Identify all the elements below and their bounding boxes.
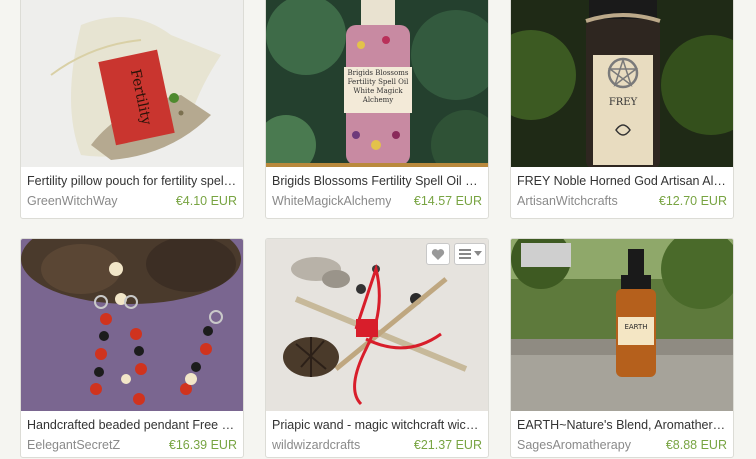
listing-card[interactable]: EARTH EARTH~Nature's Blend, Aromathera..… [510,238,734,458]
listing-price: €14.57 EUR [413,194,482,208]
listing-image[interactable] [266,239,488,411]
listing-price: €16.39 EUR [168,438,237,452]
listing-card[interactable]: Brigids Blossoms Fertility Spell Oil Whi… [265,0,489,219]
listing-price: €4.10 EUR [175,194,237,208]
listing-image[interactable]: Fertility [21,0,243,167]
heart-icon [431,248,445,260]
listing-title[interactable]: Priapic wand - magic witchcraft wicca... [272,417,482,433]
frey-label-text: FREY [609,97,638,108]
listing-card[interactable]: Priapic wand - magic witchcraft wicca...… [265,238,489,458]
listing-card[interactable]: Fertility Fertility pillow pouch for fer… [20,0,244,219]
shop-name[interactable]: GreenWitchWay [27,193,118,209]
listing-title[interactable]: Handcrafted beaded pendant Free F... [27,417,237,433]
listing-title[interactable]: FREY Noble Horned God Artisan Alc... [517,173,727,189]
favorite-button[interactable] [426,243,450,265]
caret-down-icon [473,251,482,256]
listing-price: €12.70 EUR [658,194,727,208]
listing-price: €21.37 EUR [413,438,482,452]
shop-name[interactable]: EelegantSecretZ [27,437,120,453]
shop-name[interactable]: ArtisanWitchcrafts [517,193,618,209]
earth-label-text: EARTH [624,323,647,331]
shop-name[interactable]: wildwizardcrafts [272,437,360,453]
listing-title[interactable]: Brigids Blossoms Fertility Spell Oil 1..… [272,173,482,189]
list-icon [458,249,471,259]
listing-image[interactable] [21,239,243,411]
listing-title[interactable]: EARTH~Nature's Blend, Aromathera... [517,417,727,433]
listing-menu-button[interactable] [454,243,486,265]
listing-title[interactable]: Fertility pillow pouch for fertility spe… [27,173,237,189]
listing-image[interactable]: EARTH [511,239,733,411]
shop-name[interactable]: SagesAromatherapy [517,437,631,453]
oil-label-text: Brigids Blossoms Fertility Spell Oil Whi… [347,69,409,104]
shop-name[interactable]: WhiteMagickAlchemy [272,193,391,209]
listing-card[interactable]: FREY FREY Noble Horned God Artisan Alc..… [510,0,734,219]
listing-image[interactable]: FREY [511,0,733,167]
listing-card[interactable]: Handcrafted beaded pendant Free F... Eel… [20,238,244,458]
listing-price: €8.88 EUR [665,438,727,452]
listing-image[interactable]: Brigids Blossoms Fertility Spell Oil Whi… [266,0,488,167]
